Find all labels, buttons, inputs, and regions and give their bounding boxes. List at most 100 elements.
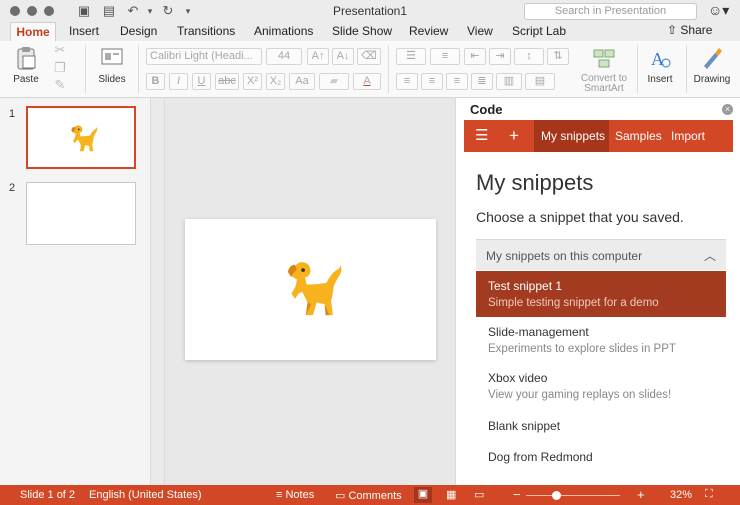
tab-insert[interactable]: Insert xyxy=(69,24,99,38)
bullets-icon[interactable]: ☰ xyxy=(396,48,426,65)
normal-view-icon[interactable]: ▣ xyxy=(414,487,432,503)
snippet-item-test-snippet-1[interactable]: Test snippet 1 Simple testing snippet fo… xyxy=(476,271,726,317)
copy-icon[interactable]: ❐ xyxy=(52,60,68,76)
sidebar-toggle-icon[interactable]: ▣ xyxy=(76,3,92,19)
group-label: My snippets on this computer xyxy=(486,249,643,263)
justify-icon[interactable]: ≣ xyxy=(471,73,493,90)
bold-button[interactable]: B xyxy=(146,73,165,90)
zoom-slider-track[interactable] xyxy=(526,491,620,500)
share-button[interactable]: ⇧ Share xyxy=(667,23,712,37)
tab-view[interactable]: View xyxy=(467,24,493,38)
change-case-icon[interactable]: Aa xyxy=(289,73,315,90)
tab-review[interactable]: Review xyxy=(409,24,448,38)
thumbnail-number: 1 xyxy=(9,108,16,120)
save-icon[interactable]: ▤ xyxy=(101,3,117,19)
line-spacing-icon[interactable]: ↕ xyxy=(514,48,544,65)
language-indicator[interactable]: English (United States) xyxy=(89,489,202,501)
drawing-brush-icon xyxy=(704,48,722,69)
tab-animations[interactable]: Animations xyxy=(254,24,313,38)
increase-indent-icon[interactable]: ⇥ xyxy=(489,48,511,65)
ribbon-divider xyxy=(637,45,638,93)
snippets-group-header[interactable]: My snippets on this computer ︿ xyxy=(476,239,726,270)
zoom-window-button[interactable] xyxy=(44,6,54,16)
slideshow-view-icon[interactable]: ▭ xyxy=(474,488,484,501)
align-center-icon[interactable]: ≡ xyxy=(421,73,443,90)
snippet-name: Dog from Redmond xyxy=(488,450,593,464)
align-right-icon[interactable]: ≡ xyxy=(446,73,468,90)
superscript-button[interactable]: X² xyxy=(243,73,262,90)
smiley-icon[interactable]: ☺︎▾ xyxy=(708,2,729,19)
font-size-select[interactable]: 44 xyxy=(266,48,302,65)
hamburger-icon[interactable]: ☰ xyxy=(475,120,488,152)
minimize-window-button[interactable] xyxy=(27,6,37,16)
snippet-item-xbox-video[interactable]: Xbox video View your gaming replays on s… xyxy=(476,363,726,409)
slides-button[interactable]: Slides xyxy=(94,45,130,85)
italic-button[interactable]: I xyxy=(169,73,188,90)
font-name-select[interactable]: Calibri Light (Headi... xyxy=(146,48,262,65)
highlight-icon[interactable]: ▰ xyxy=(319,73,349,90)
slide-thumbnail-1[interactable] xyxy=(26,106,136,169)
customize-toolbar-icon[interactable]: ▾ xyxy=(180,3,196,19)
tab-home[interactable]: Home xyxy=(10,22,56,41)
font-color-button[interactable]: A xyxy=(353,73,381,90)
new-slide-icon xyxy=(101,48,123,65)
thumbnail-number: 2 xyxy=(9,182,16,194)
insert-button[interactable]: A Insert xyxy=(642,45,678,85)
snippet-description: Experiments to explore slides in PPT xyxy=(488,343,676,355)
clear-formatting-icon[interactable]: ⌫ xyxy=(357,48,381,65)
pane-heading: My snippets xyxy=(476,170,594,195)
tab-transitions[interactable]: Transitions xyxy=(177,24,235,38)
zoom-percentage[interactable]: 32% xyxy=(670,489,692,501)
undo-icon[interactable]: ↶ xyxy=(125,3,141,19)
current-slide[interactable] xyxy=(185,219,436,360)
align-left-icon[interactable]: ≡ xyxy=(396,73,418,90)
panel-splitter[interactable] xyxy=(150,98,165,485)
convert-to-smartart-button[interactable]: Convert to SmartArt xyxy=(576,45,632,94)
nav-my-snippets[interactable]: My snippets xyxy=(534,120,609,152)
grow-font-button[interactable]: A↑ xyxy=(307,48,329,65)
snippet-item-blank-snippet[interactable]: Blank snippet xyxy=(476,411,726,441)
underline-button[interactable]: U xyxy=(192,73,211,90)
search-input[interactable]: Search in Presentation xyxy=(524,3,697,20)
zoom-out-button[interactable]: − xyxy=(513,487,521,502)
convert-label-2: SmartArt xyxy=(584,83,624,94)
comments-button[interactable]: ▭ Comments xyxy=(335,489,402,502)
align-text-icon[interactable]: ▤ xyxy=(525,73,555,90)
comments-label: Comments xyxy=(348,490,402,502)
cut-icon[interactable]: ✂ xyxy=(52,42,68,58)
close-window-button[interactable] xyxy=(10,6,20,16)
undo-dropdown-icon[interactable]: ▾ xyxy=(142,3,158,19)
decrease-indent-icon[interactable]: ⇤ xyxy=(464,48,486,65)
zoom-slider-thumb[interactable] xyxy=(552,491,561,500)
slides-label: Slides xyxy=(98,74,126,85)
shrink-font-button[interactable]: A↓ xyxy=(332,48,354,65)
columns-icon[interactable]: ▥ xyxy=(496,73,522,90)
subscript-button[interactable]: X₂ xyxy=(266,73,285,90)
strikethrough-button[interactable]: abc xyxy=(215,73,239,90)
snippet-name: Xbox video xyxy=(488,371,548,385)
zoom-in-button[interactable]: + xyxy=(637,487,645,502)
redo-icon[interactable]: ↻ xyxy=(160,3,176,19)
code-task-pane: Code × ☰ + My snippets Samples Import My… xyxy=(455,98,740,485)
close-pane-icon[interactable]: × xyxy=(722,104,733,115)
fit-to-window-icon[interactable]: ⛶ xyxy=(705,488,713,501)
slide-thumbnail-2[interactable] xyxy=(26,182,136,245)
tab-script-lab[interactable]: Script Lab xyxy=(512,24,566,38)
format-painter-icon[interactable]: ✎ xyxy=(52,77,68,93)
snippet-item-dog-from-redmond[interactable]: Dog from Redmond xyxy=(476,442,726,472)
snippet-item-slide-management[interactable]: Slide-management Experiments to explore … xyxy=(476,317,726,363)
nav-import[interactable]: Import xyxy=(671,120,705,152)
slide-sorter-icon[interactable]: ▦ xyxy=(446,488,456,501)
text-direction-icon[interactable]: ⇅ xyxy=(547,48,569,65)
drawing-button[interactable]: Drawing xyxy=(692,45,732,85)
paste-button[interactable]: Paste xyxy=(8,45,44,85)
pane-nav-bar: ☰ + My snippets Samples Import xyxy=(464,120,733,152)
dog-image xyxy=(287,262,342,316)
notes-button[interactable]: ≡ Notes xyxy=(276,489,314,501)
tab-design[interactable]: Design xyxy=(120,24,157,38)
ribbon-divider xyxy=(686,45,687,93)
tab-slide-show[interactable]: Slide Show xyxy=(332,24,392,38)
numbering-icon[interactable]: ≡ xyxy=(430,48,460,65)
nav-samples[interactable]: Samples xyxy=(615,120,662,152)
plus-icon[interactable]: + xyxy=(509,120,519,152)
